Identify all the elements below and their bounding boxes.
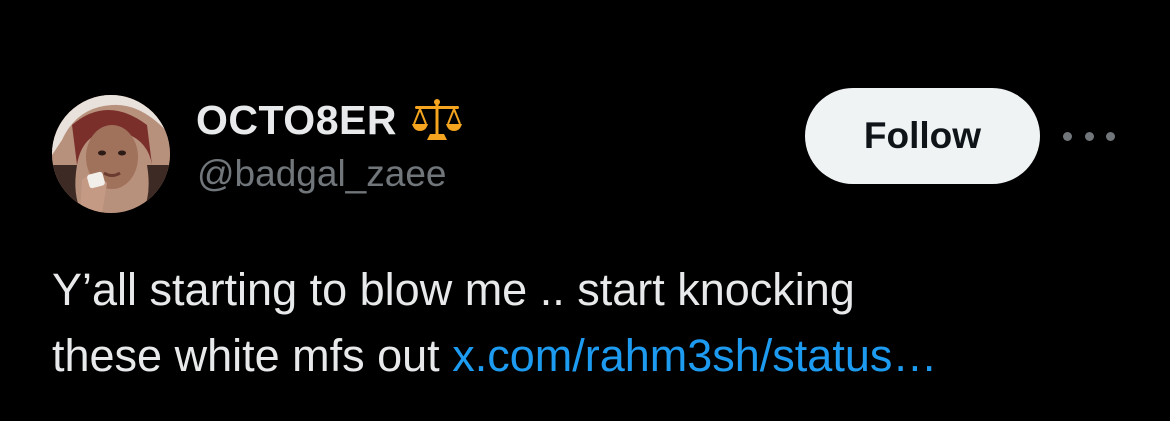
more-horizontal-icon — [1084, 131, 1094, 141]
tweet-link[interactable]: x.com/rahm3sh/status… — [452, 330, 937, 381]
tweet-text-line-2: these white mfs out x.com/rahm3sh/status… — [52, 323, 1132, 389]
tweet-text-line-1: Y’all starting to blow me .. start knock… — [52, 264, 855, 315]
author-avatar[interactable] — [52, 95, 170, 213]
author-name-row: OCTO8ER — [196, 96, 463, 144]
author-display-name[interactable]: OCTO8ER — [196, 97, 397, 144]
more-horizontal-icon — [1106, 131, 1115, 141]
scales-icon — [411, 98, 463, 142]
tweet-card: OCTO8ER @badgal_zaee Follow Y’all starti… — [0, 0, 1170, 421]
avatar-image — [52, 95, 170, 213]
follow-button[interactable]: Follow — [805, 88, 1040, 184]
more-options-button[interactable] — [1063, 120, 1115, 152]
more-horizontal-icon — [1063, 131, 1072, 141]
tweet-text-line-2-prefix: these white mfs out — [52, 330, 440, 381]
author-handle[interactable]: @badgal_zaee — [197, 153, 446, 195]
tweet-text: Y’all starting to blow me .. start knock… — [52, 257, 1132, 389]
